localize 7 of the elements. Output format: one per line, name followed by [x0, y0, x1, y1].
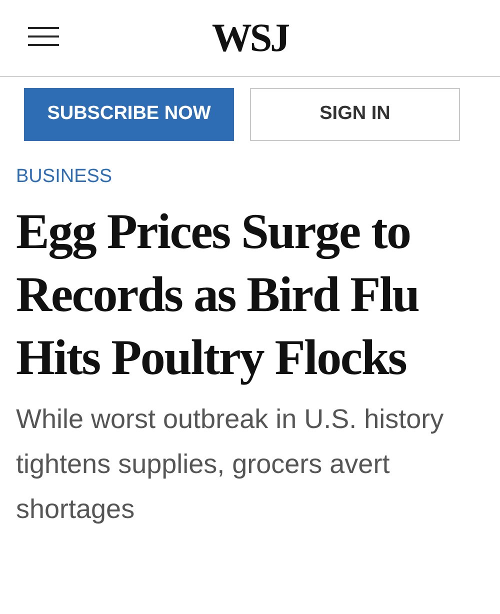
- article-summary: While worst outbreak in U.S. history tightens supplies, grocers avert shortages: [16, 403, 445, 526]
- section-label[interactable]: BUSINESS: [16, 167, 484, 186]
- subscribe-button[interactable]: SUBSCRIBE NOW: [24, 88, 234, 141]
- headline: Egg Prices Surge to Records as Bird Flu Hits Poultry Flocks: [16, 202, 420, 387]
- logo[interactable]: WSJ: [212, 18, 288, 58]
- sign-in-button[interactable]: SIGN IN: [250, 88, 460, 141]
- menu-icon[interactable]: [28, 27, 59, 46]
